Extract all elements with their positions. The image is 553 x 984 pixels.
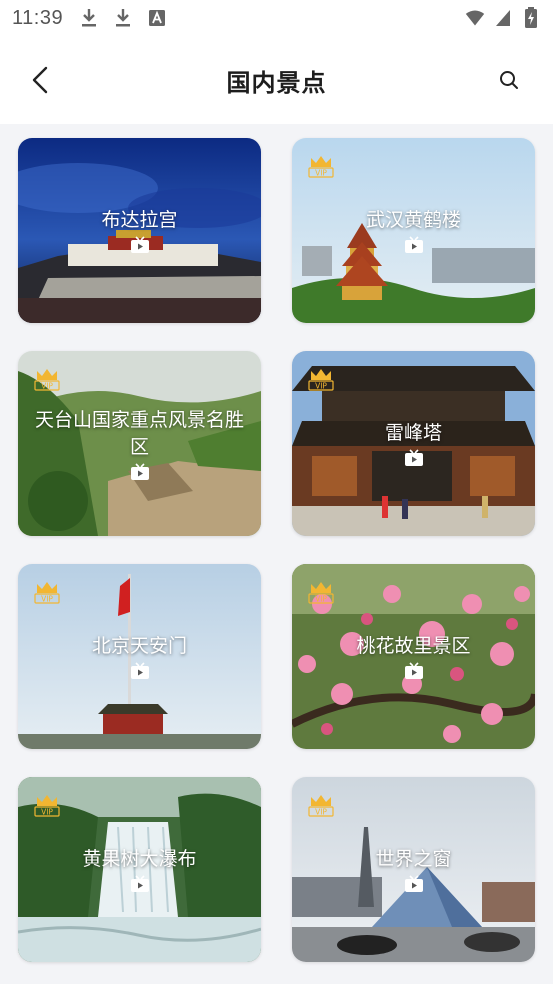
search-button[interactable]: [497, 68, 521, 92]
spot-overlay: 世界之窗: [292, 777, 535, 962]
signal-icon: [493, 7, 513, 29]
spot-title: 桃花故里景区: [356, 635, 471, 657]
spot-card-tiananmen[interactable]: VIP 北京天安门: [18, 564, 261, 749]
download-icon: [113, 7, 133, 29]
spot-card-huangguoshu-waterfall[interactable]: VIP 黄果树大瀑布: [18, 777, 261, 962]
video-play-icon: [404, 449, 423, 466]
back-button[interactable]: [26, 64, 54, 96]
spot-overlay: 北京天安门: [18, 564, 261, 749]
spot-overlay: 桃花故里景区: [292, 564, 535, 749]
spot-card-yellow-crane-tower[interactable]: VIP 武汉黄鹤楼: [292, 138, 535, 323]
video-play-icon: [130, 462, 149, 480]
spot-card-peach-blossom[interactable]: VIP 桃花故里景区: [292, 564, 535, 749]
download-icon: [79, 7, 99, 29]
spot-title: 北京天安门: [91, 635, 187, 657]
spot-title: 黄果树大瀑布: [82, 848, 197, 870]
page-title: 国内景点: [226, 68, 327, 97]
battery-charging-icon: [521, 7, 541, 29]
spot-title: 世界之窗: [375, 848, 452, 870]
spot-overlay: 天台山国家重点风景名胜区: [18, 351, 261, 536]
spot-title: 雷峰塔: [384, 422, 442, 444]
video-play-icon: [404, 236, 423, 253]
spot-overlay: 雷峰塔: [292, 351, 535, 536]
spot-title: 天台山国家重点风景名胜区: [34, 408, 244, 458]
spot-card-window-of-the-world[interactable]: VIP 世界之窗: [292, 777, 535, 962]
status-icons-right: [465, 7, 541, 29]
search-icon: [500, 71, 518, 89]
spot-card-tiantai-mountain[interactable]: VIP 天台山国家重点风景名胜区: [18, 351, 261, 536]
video-play-icon: [130, 662, 149, 679]
status-bar: 11:39: [0, 0, 553, 36]
video-play-icon: [130, 875, 149, 892]
video-play-icon: [404, 662, 423, 679]
wifi-icon: [465, 7, 485, 29]
spot-card-potala[interactable]: 布达拉宫: [18, 138, 261, 323]
spot-title: 武汉黄鹤楼: [365, 209, 461, 231]
spot-grid: 布达拉宫 VIP 武汉黄鹤楼 VIP 天台山国家重点风景名胜区 VIP 雷峰塔 …: [18, 138, 535, 962]
spot-overlay: 布达拉宫: [18, 138, 261, 323]
font-icon: [147, 7, 167, 29]
spot-title: 布达拉宫: [101, 209, 178, 231]
app-header: 国内景点: [0, 36, 553, 124]
video-play-icon: [130, 236, 149, 253]
status-icons-left: [79, 7, 167, 29]
spot-overlay: 黄果树大瀑布: [18, 777, 261, 962]
video-play-icon: [404, 875, 423, 892]
status-time: 11:39: [12, 6, 64, 29]
spot-overlay: 武汉黄鹤楼: [292, 138, 535, 323]
spot-card-leifeng-pagoda[interactable]: VIP 雷峰塔: [292, 351, 535, 536]
chevron-left-icon: [32, 66, 48, 94]
